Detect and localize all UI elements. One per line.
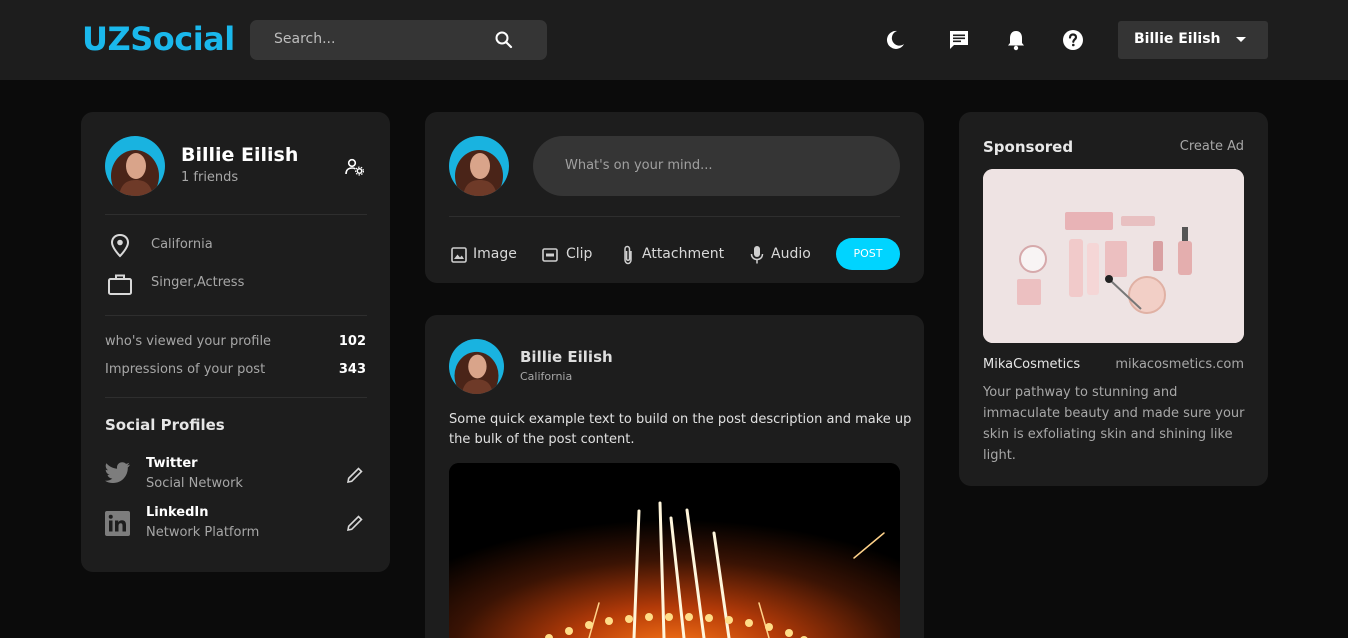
profile-name[interactable]: Billie Eilish	[181, 144, 298, 166]
profile-views-label: who's viewed your profile	[105, 334, 272, 349]
ad-description-line-3: skin is exfoliating skin and shining lik…	[983, 427, 1233, 442]
post-impressions-label: Impressions of your post	[105, 362, 266, 377]
twitter-name[interactable]: Twitter	[146, 456, 198, 471]
post-composer-card: What's on your mind... Image Clip Attach…	[425, 112, 924, 283]
whats-on-your-mind-input[interactable]: What's on your mind...	[533, 136, 900, 196]
caret-down-icon	[1236, 37, 1246, 42]
image-icon	[451, 247, 467, 263]
ad-image[interactable]	[983, 169, 1244, 343]
image-action-label: Image	[473, 246, 517, 262]
profile-divider	[105, 397, 367, 398]
fireworks-concert-image	[449, 463, 900, 638]
profile-divider	[105, 315, 367, 316]
notifications-bell-icon[interactable]	[1005, 29, 1027, 51]
post-image[interactable]	[449, 463, 900, 638]
audio-action[interactable]: Audio	[750, 245, 820, 265]
create-ad-link[interactable]: Create Ad	[1180, 139, 1244, 154]
audio-action-label: Audio	[771, 246, 811, 262]
image-action[interactable]: Image	[451, 245, 521, 265]
post-text-line-1: Some quick example text to build on the …	[449, 412, 912, 427]
post-impressions-value: 343	[338, 362, 366, 377]
sponsored-card: Sponsored Create Ad MikaCosmetics mikaco…	[959, 112, 1268, 486]
ad-description-line-2: immaculate beauty and made sure your	[983, 406, 1245, 421]
microphone-icon	[750, 246, 764, 264]
linkedin-icon	[105, 511, 130, 536]
briefcase-icon	[108, 274, 132, 295]
edit-pencil-icon[interactable]	[346, 514, 364, 532]
profile-card: Billie Eilish 1 friends California Singe…	[81, 112, 390, 572]
user-dropdown-label: Billie Eilish	[1134, 31, 1221, 47]
paperclip-icon	[624, 245, 632, 265]
location-pin-icon	[110, 233, 130, 258]
composer-avatar	[449, 136, 509, 196]
attachment-action[interactable]: Attachment	[622, 245, 732, 265]
help-icon[interactable]	[1062, 29, 1084, 51]
ad-description-line-1: Your pathway to stunning and	[983, 385, 1178, 400]
dark-mode-moon-icon[interactable]	[884, 29, 906, 51]
friends-count: 1 friends	[181, 170, 239, 185]
sponsored-title: Sponsored	[983, 138, 1074, 156]
linkedin-name[interactable]: LinkedIn	[146, 505, 209, 520]
clip-action-label: Clip	[566, 246, 593, 262]
social-profiles-heading: Social Profiles	[105, 416, 225, 434]
post-button[interactable]: POST	[836, 238, 900, 270]
post-location: California	[520, 370, 573, 383]
profile-avatar[interactable]	[105, 136, 165, 196]
attachment-action-label: Attachment	[642, 246, 725, 262]
post-text-line-2: the bulk of the post content.	[449, 432, 635, 447]
twitter-icon	[105, 462, 130, 483]
post-author-avatar[interactable]	[449, 339, 504, 394]
messages-icon[interactable]	[948, 29, 970, 51]
composer-placeholder: What's on your mind...	[565, 158, 713, 173]
ad-url[interactable]: mikacosmetics.com	[1115, 357, 1244, 372]
profile-divider	[105, 214, 367, 215]
manage-profile-icon[interactable]	[345, 158, 365, 176]
composer-divider	[449, 216, 900, 217]
post-button-label: POST	[853, 247, 883, 260]
post-card: Billie Eilish California Some quick exam…	[425, 315, 924, 638]
ad-description-line-4: light.	[983, 448, 1016, 463]
top-navbar: UZSocial Search... Billie Eilish	[0, 0, 1348, 80]
cosmetics-product-image	[983, 169, 1244, 343]
clip-action[interactable]: Clip	[542, 245, 602, 265]
linkedin-desc: Network Platform	[146, 525, 260, 540]
ad-brand[interactable]: MikaCosmetics	[983, 357, 1080, 372]
gif-clip-icon	[542, 248, 558, 262]
user-dropdown[interactable]: Billie Eilish	[1118, 21, 1268, 59]
search-icon[interactable]	[494, 30, 514, 50]
twitter-desc: Social Network	[146, 476, 243, 491]
app-logo[interactable]: UZSocial	[82, 20, 235, 58]
profile-occupation: Singer,Actress	[151, 275, 245, 290]
edit-pencil-icon[interactable]	[346, 466, 364, 484]
profile-views-value: 102	[338, 334, 366, 349]
profile-location: California	[151, 237, 213, 252]
post-author-name[interactable]: Billie Eilish	[520, 348, 613, 366]
search-placeholder: Search...	[274, 31, 336, 47]
